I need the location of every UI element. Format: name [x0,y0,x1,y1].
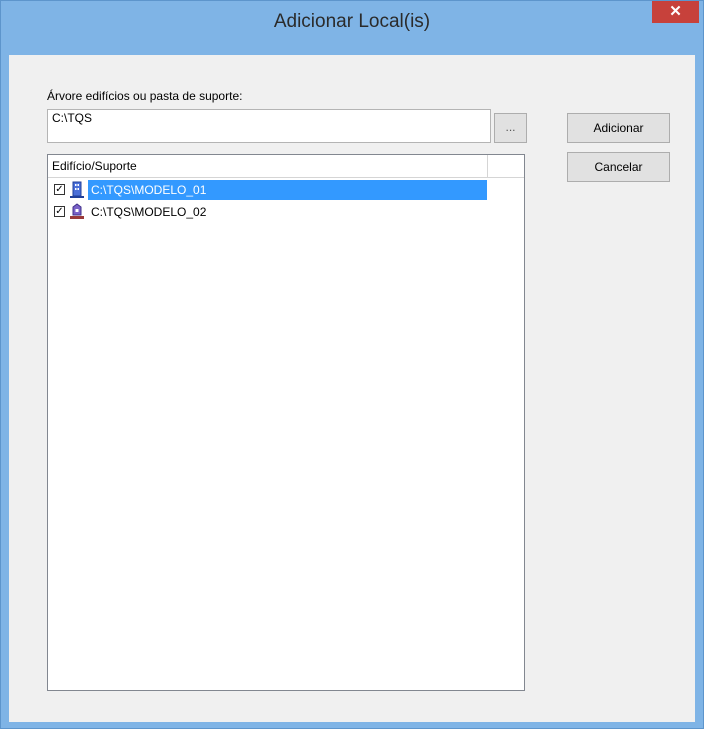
column-header-building[interactable]: Edifício/Suporte [48,155,488,177]
checkmark-icon: ✓ [55,184,64,195]
add-button[interactable]: Adicionar [567,113,670,143]
browse-button[interactable]: ... [494,113,527,143]
path-input[interactable] [47,109,491,143]
path-label: Árvore edifícios ou pasta de suporte: [47,89,243,103]
list-item-label: C:\TQS\MODELO_02 [91,205,207,219]
building-icon [70,181,84,198]
close-icon: ✕ [669,3,682,20]
list-item-label: C:\TQS\MODELO_01 [88,180,487,200]
list-item[interactable]: ✓ C:\TQS\MODELO_01 [54,179,490,201]
close-button[interactable]: ✕ [652,1,699,23]
list-item[interactable]: ✓ C:\TQS\MODELO_02 [54,201,490,223]
title-bar[interactable]: Adicionar Local(is) ✕ [1,1,703,43]
dialog-window: Adicionar Local(is) ✕ Árvore edifícios o… [0,0,704,729]
dialog-client-area: Árvore edifícios ou pasta de suporte: ..… [9,55,695,722]
support-icon [70,203,84,219]
checkmark-icon: ✓ [55,206,64,217]
building-list[interactable]: Edifício/Suporte ✓ C:\TQS\MODELO_01 ✓ C:… [47,154,525,691]
cancel-button[interactable]: Cancelar [567,152,670,182]
item-checkbox[interactable]: ✓ [54,184,65,195]
window-title: Adicionar Local(is) [273,11,431,32]
item-checkbox[interactable]: ✓ [54,206,65,217]
list-header: Edifício/Suporte [48,155,524,178]
